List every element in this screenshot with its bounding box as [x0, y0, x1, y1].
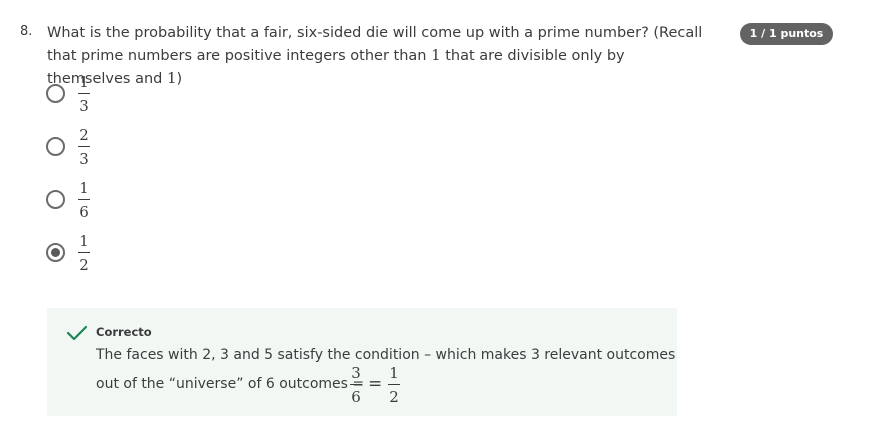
question-prompt: What is the probability that a fair, six…	[47, 22, 707, 90]
feedback-fraction-three-sixths: 3 6	[350, 363, 362, 407]
fraction-numerator: 1	[79, 179, 89, 197]
fraction-numerator: 1	[79, 73, 89, 91]
option-one-half[interactable]: 1 2	[46, 232, 246, 289]
feedback-fraction-one-half: 1 2	[388, 363, 400, 407]
prompt-math-one-a: 1	[431, 46, 441, 64]
radio-button-selected-icon[interactable]	[46, 243, 65, 262]
feedback-status: Correcto	[96, 325, 152, 339]
equals-sign: =	[368, 374, 383, 394]
feedback-explanation-line1: The faces with 2, 3 and 5 satisfy the co…	[96, 347, 676, 363]
fraction-bar	[78, 199, 90, 200]
fraction-denominator: 3	[79, 150, 89, 168]
question-number: 8.	[20, 24, 33, 39]
fraction-bar	[78, 252, 90, 253]
radio-button-icon[interactable]	[46, 190, 65, 209]
fraction-numerator: 2	[79, 126, 89, 144]
feedback-explanation-line2: out of the “universe” of 6 outcomes =	[96, 376, 365, 392]
fraction-denominator: 2	[79, 256, 89, 274]
radio-button-icon[interactable]	[46, 84, 65, 103]
option-fraction: 1 6	[78, 178, 90, 222]
fraction-denominator: 2	[389, 388, 399, 406]
fraction-denominator: 6	[351, 388, 361, 406]
fraction-numerator: 3	[351, 364, 361, 382]
fraction-bar	[78, 93, 90, 94]
fraction-numerator: 1	[79, 232, 89, 250]
fraction-bar	[388, 384, 400, 385]
option-fraction: 1 2	[78, 231, 90, 275]
fraction-bar	[350, 384, 362, 385]
checkmark-icon	[66, 325, 88, 341]
radio-dot	[51, 248, 60, 257]
option-two-thirds[interactable]: 2 3	[46, 126, 246, 183]
fraction-denominator: 3	[79, 97, 89, 115]
option-one-third[interactable]: 1 3	[46, 73, 246, 130]
radio-button-icon[interactable]	[46, 137, 65, 156]
option-one-sixth[interactable]: 1 6	[46, 179, 246, 236]
fraction-numerator: 1	[389, 364, 399, 382]
fraction-denominator: 6	[79, 203, 89, 221]
option-fraction: 2 3	[78, 125, 90, 169]
fraction-bar	[78, 146, 90, 147]
score-badge: 1 / 1 puntos	[740, 23, 833, 45]
option-fraction: 1 3	[78, 72, 90, 116]
feedback-panel: Correcto The faces with 2, 3 and 5 satis…	[47, 308, 677, 416]
